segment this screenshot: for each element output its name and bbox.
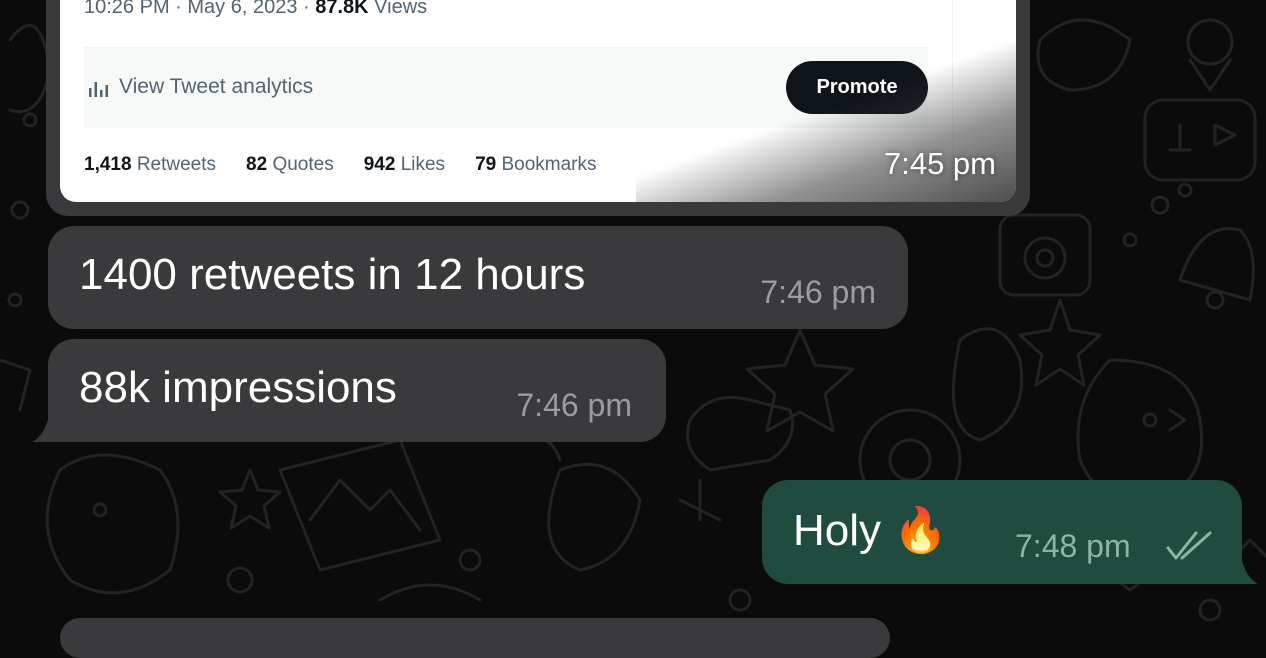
promote-button[interactable]: Promote <box>786 61 928 114</box>
stat-label: Bookmarks <box>496 154 597 175</box>
incoming-message-bubble[interactable]: 88k impressions 7:46 pm <box>48 339 666 442</box>
incoming-message-bubble[interactable] <box>60 618 890 658</box>
tweet-analytics-row: View Tweet analytics Promote <box>84 47 928 128</box>
incoming-message-bubble[interactable]: 1400 retweets in 12 hours 7:46 pm <box>48 226 908 329</box>
double-check-icon <box>1166 531 1212 560</box>
stat-count: 1,418 <box>84 154 132 175</box>
quotes-stat[interactable]: 82 Quotes <box>246 154 334 176</box>
message-text: Holy 🔥 <box>793 506 949 555</box>
retweets-stat[interactable]: 1,418 Retweets <box>84 154 216 176</box>
tweet-views-label: Views <box>368 0 428 18</box>
tweet-timestamp: 10:26 PM · May 6, 2023 · <box>84 0 316 18</box>
view-tweet-analytics-link[interactable]: View Tweet analytics <box>119 75 313 99</box>
message-time: 7:48 pm <box>1015 528 1131 564</box>
outgoing-message-bubble[interactable]: Holy 🔥 7:48 pm <box>762 480 1242 584</box>
stat-count: 942 <box>363 154 396 175</box>
stat-count: 82 <box>246 154 268 175</box>
message-time: 7:45 pm <box>883 146 996 181</box>
tweet-stats: 1,418 Retweets 82 Quotes 942 Likes 79 Bo… <box>84 154 597 176</box>
stat-label: Likes <box>395 154 446 175</box>
stat-label: Quotes <box>267 154 334 175</box>
stat-label: Retweets <box>131 154 217 175</box>
tweet-views-count: 87.8K <box>315 0 369 18</box>
message-text: 88k impressions <box>79 363 397 412</box>
image-message-bubble[interactable]: 10:26 PM · May 6, 2023 · 87.8K Views Vie… <box>46 0 1030 216</box>
stat-count: 79 <box>475 154 497 175</box>
tweet-screenshot[interactable]: 10:26 PM · May 6, 2023 · 87.8K Views Vie… <box>60 0 1016 202</box>
bookmarks-stat[interactable]: 79 Bookmarks <box>475 154 596 176</box>
tweet-meta: 10:26 PM · May 6, 2023 · 87.8K Views <box>84 0 427 19</box>
bar-chart-icon <box>89 82 108 97</box>
message-text: 1400 retweets in 12 hours <box>79 250 586 299</box>
message-time: 7:46 pm <box>760 274 876 310</box>
message-time: 7:46 pm <box>516 387 632 423</box>
likes-stat[interactable]: 942 Likes <box>364 154 445 176</box>
